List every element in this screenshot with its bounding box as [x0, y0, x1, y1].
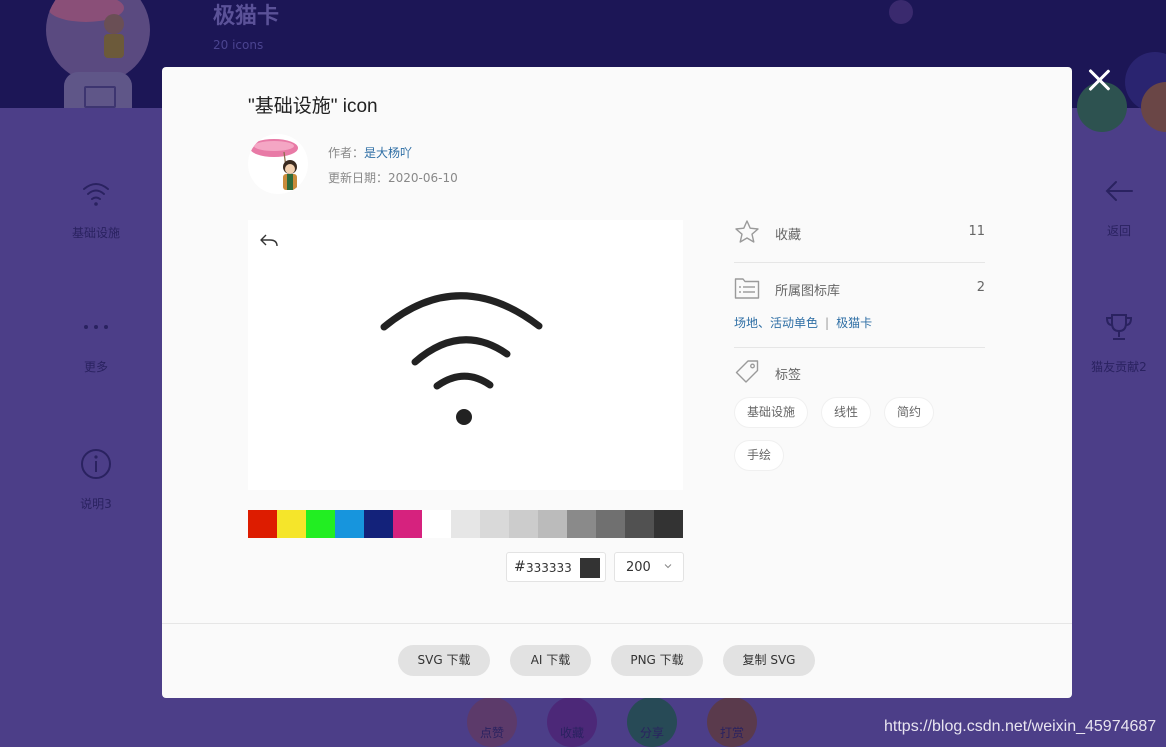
like-label: 点赞: [479, 726, 504, 740]
library-subtitle: 20 icons: [213, 38, 264, 52]
tag-item[interactable]: 手绘: [735, 441, 784, 470]
side-menu-label: 更多: [83, 360, 108, 374]
favorite-label: 收藏: [775, 228, 802, 243]
color-swatch[interactable]: [451, 510, 480, 538]
color-swatch[interactable]: [248, 510, 277, 538]
decorative-dot: [889, 0, 913, 24]
collect-label: 收藏: [559, 726, 584, 740]
library-row: 所属图标库 2: [734, 275, 985, 303]
info-icon: [81, 449, 111, 479]
undo-icon[interactable]: [258, 232, 280, 248]
icon-preview-canvas: [248, 220, 683, 490]
library-title: 极猫卡: [213, 4, 280, 29]
chevron-down-icon: [664, 564, 672, 569]
color-swatch[interactable]: [567, 510, 596, 538]
side-menu-back[interactable]: 返回: [1064, 174, 1166, 239]
color-swatch[interactable]: [480, 510, 509, 538]
current-color-swatch: [580, 558, 600, 578]
share-label: 分享: [639, 726, 664, 740]
color-swatch[interactable]: [654, 510, 683, 538]
tags-label: 标签: [775, 368, 802, 383]
icon-detail-modal: "基础设施" icon 作者：是大杨吖 更新日期：2020-06-10 # 33…: [162, 67, 1072, 698]
hex-prefix: #: [514, 559, 526, 575]
copy-svg-button[interactable]: 复制 SVG: [723, 645, 815, 676]
more-dots-icon: [84, 325, 108, 329]
png-download-button[interactable]: PNG 下载: [611, 645, 703, 676]
library-link[interactable]: 场地、活动单色: [734, 316, 818, 330]
date-label: 更新日期：: [328, 171, 389, 185]
tags-row: 标签: [734, 359, 985, 387]
size-value: 200: [626, 560, 651, 575]
color-swatch[interactable]: [538, 510, 567, 538]
ai-download-button[interactable]: AI 下载: [510, 645, 591, 676]
author-label: 作者：: [328, 146, 365, 160]
wifi-icon: [83, 183, 109, 206]
side-menu-infrastructure[interactable]: 基础设施: [41, 176, 151, 241]
color-swatch[interactable]: [393, 510, 422, 538]
side-menu-label: 返回: [1106, 224, 1131, 238]
library-label: 所属图标库: [775, 284, 841, 299]
color-palette: [248, 510, 683, 538]
footer-divider: [162, 623, 1072, 624]
date-line: 更新日期：2020-06-10: [328, 169, 458, 186]
color-swatch[interactable]: [596, 510, 625, 538]
star-icon: [735, 220, 759, 243]
watermark: https://blog.csdn.net/weixin_45974687: [884, 718, 1157, 735]
author-line: 作者：是大杨吖: [328, 144, 412, 161]
library-separator: |: [825, 316, 830, 330]
hex-color-input[interactable]: [526, 558, 578, 578]
divider: [734, 262, 985, 263]
color-swatch[interactable]: [509, 510, 538, 538]
divider: [734, 347, 985, 348]
reward-label: 打赏: [719, 726, 744, 740]
side-menu-more[interactable]: 更多: [41, 310, 151, 375]
modal-title: "基础设施" icon: [248, 96, 378, 117]
library-count: 2: [976, 280, 985, 295]
author-link[interactable]: 是大杨吖: [364, 146, 412, 160]
wifi-icon: [380, 292, 543, 425]
color-swatch[interactable]: [364, 510, 393, 538]
color-swatch[interactable]: [422, 510, 451, 538]
library-avatar: [46, 0, 150, 82]
tag-item[interactable]: 基础设施: [735, 398, 808, 427]
favorite-row[interactable]: 收藏 11: [734, 219, 985, 247]
color-swatch[interactable]: [306, 510, 335, 538]
hex-color-field[interactable]: #: [506, 552, 606, 582]
folder-list-icon: [734, 278, 760, 299]
color-swatch[interactable]: [625, 510, 654, 538]
side-menu-label: 基础设施: [71, 226, 120, 240]
side-menu-label: 说明3: [80, 497, 112, 511]
date-value: 2020-06-10: [388, 171, 458, 185]
favorite-count: 11: [968, 224, 985, 239]
back-arrow-icon: [1105, 181, 1133, 201]
side-menu-info[interactable]: 说明3: [41, 447, 151, 512]
tag-item[interactable]: 线性: [822, 398, 871, 427]
side-menu-contributors[interactable]: 猫友贡献2: [1064, 310, 1166, 375]
close-icon[interactable]: [1086, 67, 1112, 93]
color-swatch[interactable]: [335, 510, 364, 538]
color-swatch[interactable]: [277, 510, 306, 538]
tag-item[interactable]: 简约: [885, 398, 934, 427]
size-select[interactable]: 200: [614, 552, 684, 582]
library-links: 场地、活动单色 | 极猫卡: [734, 314, 872, 331]
side-menu-label: 猫友贡献2: [1091, 360, 1147, 374]
library-link[interactable]: 极猫卡: [836, 316, 872, 330]
author-avatar[interactable]: [248, 134, 308, 194]
trophy-icon: [1105, 314, 1133, 340]
svg-download-button[interactable]: SVG 下载: [398, 645, 490, 676]
tag-icon: [735, 360, 759, 383]
